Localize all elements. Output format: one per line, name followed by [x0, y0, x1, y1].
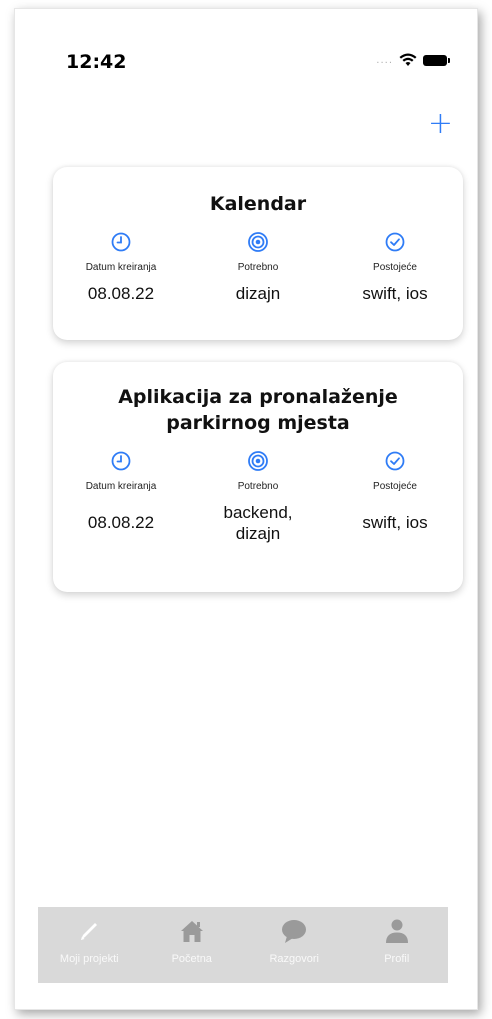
tab-label: Moji projekti [59, 953, 119, 965]
pencil-icon [81, 923, 98, 940]
status-bar: 12:42 .... [15, 9, 477, 119]
phone-screen: 12:42 .... + Kalendar Datum kreiranja 08… [14, 8, 478, 1010]
needed-label: Potrebno [237, 481, 279, 492]
created-value: 08.08.22 [87, 513, 155, 532]
created-value: 08.08.22 [87, 284, 155, 303]
created-column: Datum kreiranja 08.08.22 [53, 450, 189, 544]
existing-column: Postojeće swift, ios [327, 231, 463, 304]
tab-moji-projekti[interactable]: Moji projekti [38, 907, 141, 983]
existing-value: swift, ios [362, 513, 428, 532]
project-details: Datum kreiranja 08.08.22 Potrebno dizajn… [53, 231, 463, 304]
needed-column: Potrebno dizajn [190, 231, 326, 304]
person-icon [385, 919, 408, 943]
tab-razgovori[interactable]: Razgovori [243, 907, 346, 983]
status-time: 12:42 [66, 51, 127, 73]
add-project-button[interactable]: + [428, 109, 453, 139]
needed-column: Potrebno backend, dizajn [190, 450, 326, 544]
project-card[interactable]: Kalendar Datum kreiranja 08.08.22 Potreb… [53, 167, 463, 340]
needed-value: backend, dizajn [223, 503, 293, 543]
battery-icon [423, 54, 450, 66]
project-title: Aplikacija za pronalaženje parkirnog mje… [118, 386, 398, 434]
existing-value: swift, ios [362, 284, 428, 303]
status-icons: .... [376, 53, 450, 67]
wifi-icon [399, 53, 417, 66]
home-icon [180, 921, 203, 942]
target-icon [248, 232, 268, 252]
check-circle-icon [385, 451, 405, 471]
signal-icon: .... [376, 54, 393, 66]
chat-bubble-icon [282, 920, 307, 943]
project-card[interactable]: Aplikacija za pronalaženje parkirnog mje… [53, 362, 463, 592]
needed-value: dizajn [235, 284, 281, 303]
project-details: Datum kreiranja 08.08.22 Potrebno backen… [53, 450, 463, 544]
clock-icon [111, 451, 131, 471]
tab-profil[interactable]: Profil [346, 907, 449, 983]
tab-label: Profil [384, 953, 410, 965]
target-icon [248, 451, 268, 471]
existing-label: Postojeće [373, 481, 417, 492]
created-column: Datum kreiranja 08.08.22 [53, 231, 189, 304]
created-label: Datum kreiranja [85, 262, 157, 273]
tab-label: Razgovori [269, 953, 320, 965]
tab-bar: Moji projekti Početna Razgovori Profil [38, 907, 448, 983]
tab-pocetna[interactable]: Početna [141, 907, 244, 983]
project-title: Kalendar [209, 193, 307, 215]
tab-label: Početna [171, 953, 212, 965]
existing-column: Postojeće swift, ios [327, 450, 463, 544]
created-label: Datum kreiranja [85, 481, 157, 492]
existing-label: Postojeće [373, 262, 417, 273]
clock-icon [111, 232, 131, 252]
needed-label: Potrebno [237, 262, 279, 273]
check-circle-icon [385, 232, 405, 252]
